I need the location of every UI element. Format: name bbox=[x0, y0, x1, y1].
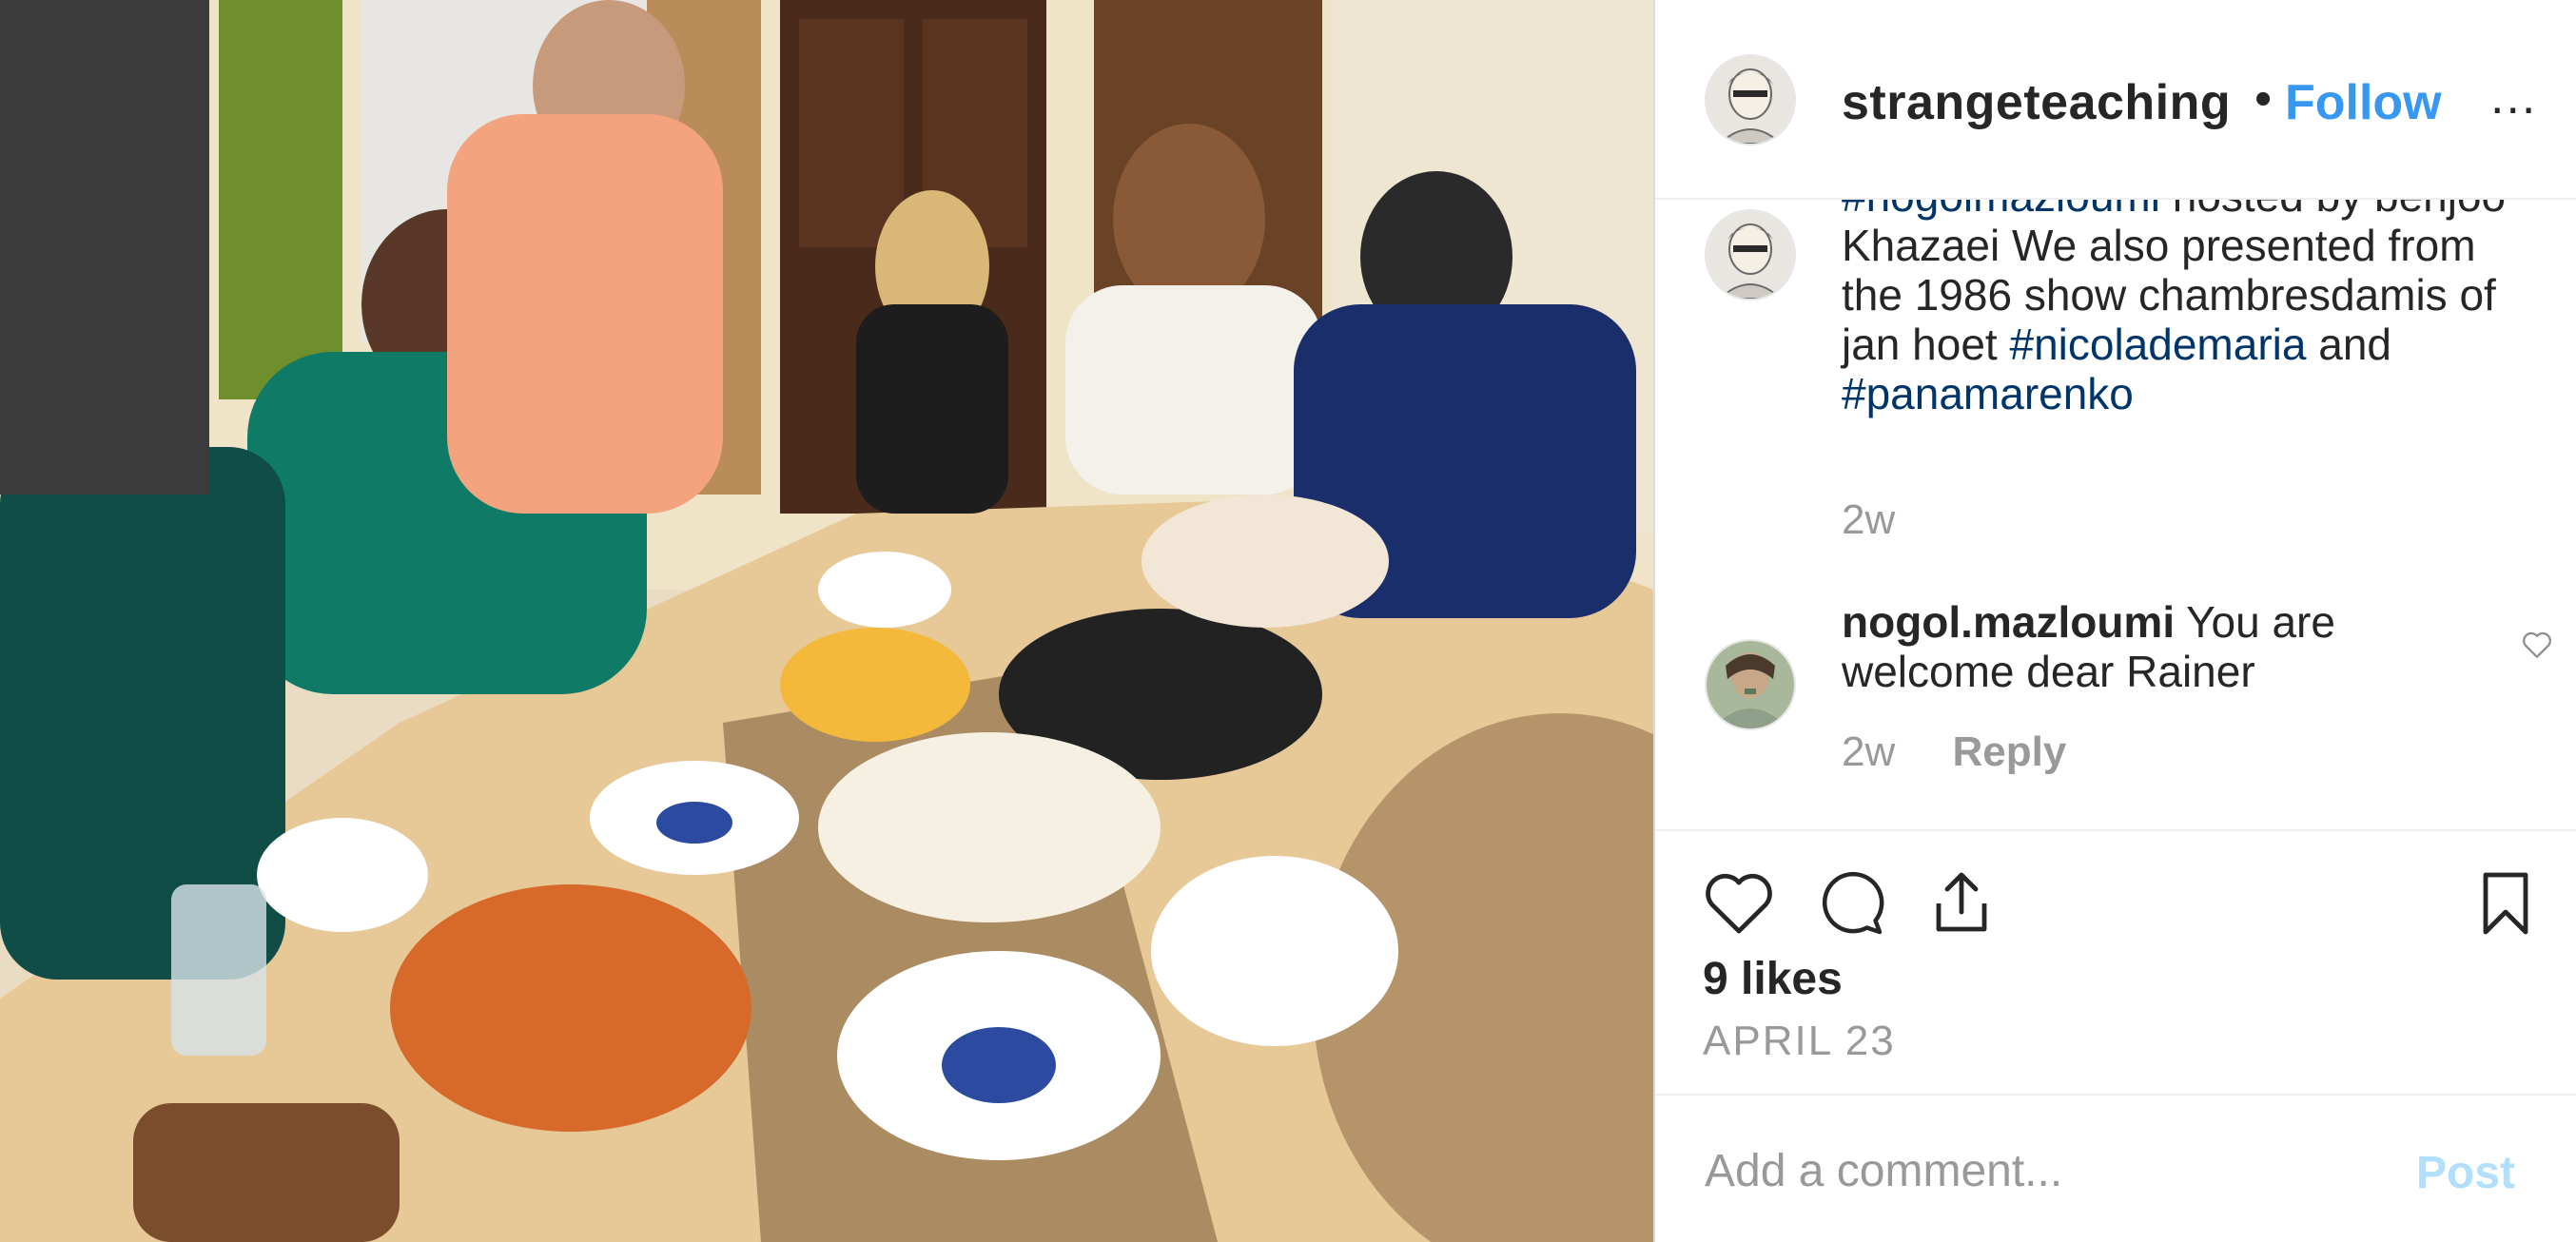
post-comment-button[interactable]: Post bbox=[2416, 1147, 2515, 1199]
share-icon bbox=[1936, 872, 1987, 932]
commenter-avatar[interactable] bbox=[1705, 639, 1796, 730]
bookmark-icon bbox=[2483, 872, 2528, 935]
hashtag-link[interactable]: #panamarenko bbox=[1842, 369, 2134, 418]
hashtag-link[interactable]: #nogolmazloumi bbox=[1842, 200, 2160, 221]
caption-text: and bbox=[2306, 320, 2391, 369]
post-caption: #nogolmazloumi hosted by behjoo Khazaei … bbox=[1842, 200, 2546, 418]
comment-button[interactable] bbox=[1817, 869, 1885, 942]
comment-timestamp[interactable]: 2w bbox=[1842, 728, 1895, 775]
comment-like-icon[interactable] bbox=[2521, 630, 2553, 665]
comment-meta: 2w Reply bbox=[1842, 728, 2066, 776]
share-button[interactable] bbox=[1927, 869, 1996, 942]
comments-list[interactable]: #nogolmazloumi hosted by behjoo Khazaei … bbox=[1655, 200, 2576, 827]
reply-button[interactable]: Reply bbox=[1952, 728, 2066, 775]
post-date[interactable]: APRIL 23 bbox=[1703, 1018, 1896, 1065]
author-avatar[interactable] bbox=[1705, 54, 1796, 146]
commenter-username[interactable]: nogol.mazloumi bbox=[1842, 597, 2175, 647]
more-options-icon[interactable]: ... bbox=[2490, 68, 2537, 126]
post-photo bbox=[0, 0, 1653, 1242]
follow-button[interactable]: Follow bbox=[2285, 74, 2442, 131]
author-username[interactable]: strangeteaching bbox=[1842, 74, 2251, 131]
dinner-table-photo bbox=[0, 0, 1653, 1242]
commenter-avatar-image bbox=[1707, 641, 1794, 728]
heart-icon bbox=[1706, 873, 1772, 934]
caption-avatar-image bbox=[1707, 211, 1794, 299]
comment-icon bbox=[1822, 871, 1884, 935]
comment-input[interactable] bbox=[1703, 1135, 2363, 1206]
small-heart-icon bbox=[2523, 631, 2551, 658]
likes-count[interactable]: 9 likes bbox=[1703, 953, 1843, 1005]
post-header: strangeteaching • Follow ... bbox=[1655, 0, 2576, 200]
author-avatar-image bbox=[1707, 56, 1794, 144]
comment-body: nogol.mazloumi You are welcome dear Rain… bbox=[1842, 597, 2488, 696]
post-actions: 9 likes APRIL 23 bbox=[1655, 829, 2576, 1094]
add-comment-bar: Post bbox=[1655, 1094, 2576, 1242]
caption-timestamp[interactable]: 2w bbox=[1842, 496, 1895, 544]
hashtag-link[interactable]: #nicolademaria bbox=[2009, 320, 2306, 369]
save-button[interactable] bbox=[2475, 869, 2536, 942]
post-side-panel: strangeteaching • Follow ... #nogolmazlo… bbox=[1653, 0, 2576, 1242]
like-button[interactable] bbox=[1703, 869, 1775, 941]
caption-author-avatar[interactable] bbox=[1705, 209, 1796, 301]
separator-dot: • bbox=[2254, 71, 2273, 126]
